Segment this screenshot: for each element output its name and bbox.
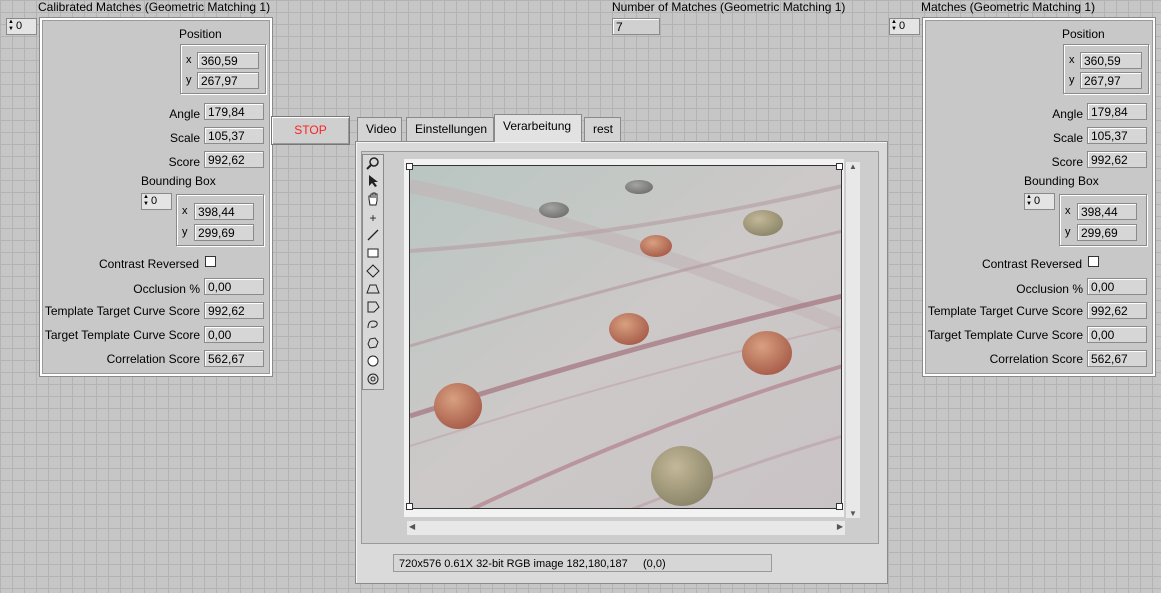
spin-arrows-icon[interactable]: ▲ ▼: [143, 194, 150, 208]
left-corr-label: Correlation Score: [106, 352, 200, 366]
zoom-icon[interactable]: [364, 156, 382, 173]
stop-button[interactable]: STOP: [271, 116, 350, 145]
spin-arrows-icon[interactable]: ▲ ▼: [8, 19, 15, 33]
left-occlusion-value: 0,00: [204, 278, 264, 295]
right-occlusion-label: Occlusion %: [1016, 282, 1083, 296]
right-bbox-x-label: x: [1065, 205, 1071, 217]
horizontal-scrollbar[interactable]: ◀ ▶: [407, 521, 845, 535]
left-scale-label: Scale: [169, 131, 200, 145]
left-cluster-title: Calibrated Matches (Geometric Matching 1…: [38, 0, 271, 14]
right-bbox-label: Bounding Box: [1024, 174, 1099, 188]
roi-handle[interactable]: [836, 503, 843, 510]
right-y-value: 267,97: [1080, 72, 1142, 89]
tab-rest[interactable]: rest: [584, 117, 621, 141]
scroll-right-icon[interactable]: ▶: [837, 522, 843, 531]
left-scale-value: 105,37: [204, 127, 264, 144]
right-score-label: Score: [1051, 155, 1083, 169]
left-ttc-value: 992,62: [204, 302, 264, 319]
left-y-label: y: [186, 74, 192, 86]
left-ttc-label: Template Target Curve Score: [44, 304, 200, 318]
left-ttc2-label: Target Template Curve Score: [44, 328, 200, 342]
roi-handle[interactable]: [406, 163, 413, 170]
left-bbox-y-value: 299,69: [194, 224, 254, 241]
right-position-label: Position: [1062, 27, 1105, 41]
right-angle-label: Angle: [1052, 107, 1083, 121]
left-contrast-label: Contrast Reversed: [98, 257, 199, 271]
number-matches-value: 7: [612, 18, 660, 35]
left-bbox-index[interactable]: ▲ ▼ 0: [141, 193, 172, 210]
left-occlusion-label: Occlusion %: [133, 282, 200, 296]
roi-handle[interactable]: [406, 503, 413, 510]
right-bbox-y-label: y: [1065, 226, 1071, 238]
line-icon[interactable]: [364, 228, 382, 245]
left-contrast-checkbox[interactable]: [205, 256, 216, 267]
left-angle-value: 179,84: [204, 103, 264, 120]
left-x-label: x: [186, 54, 192, 66]
right-contrast-label: Contrast Reversed: [981, 257, 1082, 271]
number-matches-label: Number of Matches (Geometric Matching 1): [612, 0, 846, 14]
right-corr-label: Correlation Score: [989, 352, 1083, 366]
polygon-icon[interactable]: [364, 300, 382, 317]
right-occlusion-value: 0,00: [1087, 278, 1147, 295]
left-corr-value: 562,67: [204, 350, 264, 367]
right-bbox-x-value: 398,44: [1077, 203, 1137, 220]
tab-verarbeitung[interactable]: Verarbeitung: [494, 114, 582, 142]
right-scale-label: Scale: [1052, 131, 1083, 145]
spin-arrows-icon[interactable]: ▲ ▼: [1026, 194, 1033, 208]
rotate-icon[interactable]: [364, 372, 382, 389]
right-score-value: 992,62: [1087, 151, 1147, 168]
left-bbox-x-value: 398,44: [194, 203, 254, 220]
coins-on-wood-image: [410, 166, 841, 508]
left-x-value: 360,59: [197, 52, 259, 69]
left-score-value: 992,62: [204, 151, 264, 168]
scroll-up-icon[interactable]: ▲: [846, 162, 860, 171]
right-x-label: x: [1069, 54, 1075, 66]
right-angle-value: 179,84: [1087, 103, 1147, 120]
left-ttc2-value: 0,00: [204, 326, 264, 343]
right-index-control[interactable]: ▲ ▼ 0: [889, 18, 920, 35]
right-y-label: y: [1069, 74, 1075, 86]
rectangle-icon[interactable]: [364, 246, 382, 263]
broken-line-icon[interactable]: [364, 336, 382, 353]
tab-video[interactable]: Video: [357, 117, 402, 141]
annulus-icon[interactable]: [364, 282, 382, 299]
scroll-left-icon[interactable]: ◀: [409, 522, 415, 531]
left-y-value: 267,97: [197, 72, 259, 89]
freehand-icon[interactable]: [364, 318, 382, 335]
roi-handle[interactable]: [836, 163, 843, 170]
oval-icon[interactable]: [364, 354, 382, 371]
right-contrast-checkbox[interactable]: [1088, 256, 1099, 267]
right-ttc-value: 992,62: [1087, 302, 1147, 319]
spin-arrows-icon[interactable]: ▲ ▼: [891, 19, 898, 33]
scroll-down-icon[interactable]: ▼: [846, 509, 860, 518]
rotated-rect-icon[interactable]: [364, 264, 382, 281]
image-status-bar: 720x576 0.61X 32-bit RGB image 182,180,1…: [393, 554, 772, 572]
right-corr-value: 562,67: [1087, 350, 1147, 367]
left-angle-label: Angle: [169, 107, 200, 121]
left-bbox-x-label: x: [182, 205, 188, 217]
right-bbox-y-value: 299,69: [1077, 224, 1137, 241]
left-index-control[interactable]: ▲ ▼ 0: [6, 18, 37, 35]
vertical-scrollbar[interactable]: ▲ ▼: [846, 162, 860, 518]
tab-einstellungen[interactable]: Einstellungen: [406, 117, 494, 141]
right-scale-value: 105,37: [1087, 127, 1147, 144]
right-bbox-index[interactable]: ▲ ▼ 0: [1024, 193, 1055, 210]
left-position-label: Position: [179, 27, 222, 41]
pointer-icon[interactable]: [364, 174, 382, 191]
right-x-value: 360,59: [1080, 52, 1142, 69]
right-ttc2-value: 0,00: [1087, 326, 1147, 343]
left-bbox-y-label: y: [182, 226, 188, 238]
right-ttc-label: Template Target Curve Score: [927, 304, 1083, 318]
stop-button-label: STOP: [294, 123, 327, 137]
camera-image[interactable]: [409, 165, 842, 509]
left-bbox-label: Bounding Box: [141, 174, 216, 188]
pan-icon[interactable]: [364, 192, 382, 209]
right-cluster-title: Matches (Geometric Matching 1): [921, 0, 1096, 14]
right-ttc2-label: Target Template Curve Score: [927, 328, 1083, 342]
left-score-label: Score: [168, 155, 200, 169]
point-icon[interactable]: +: [364, 210, 382, 227]
